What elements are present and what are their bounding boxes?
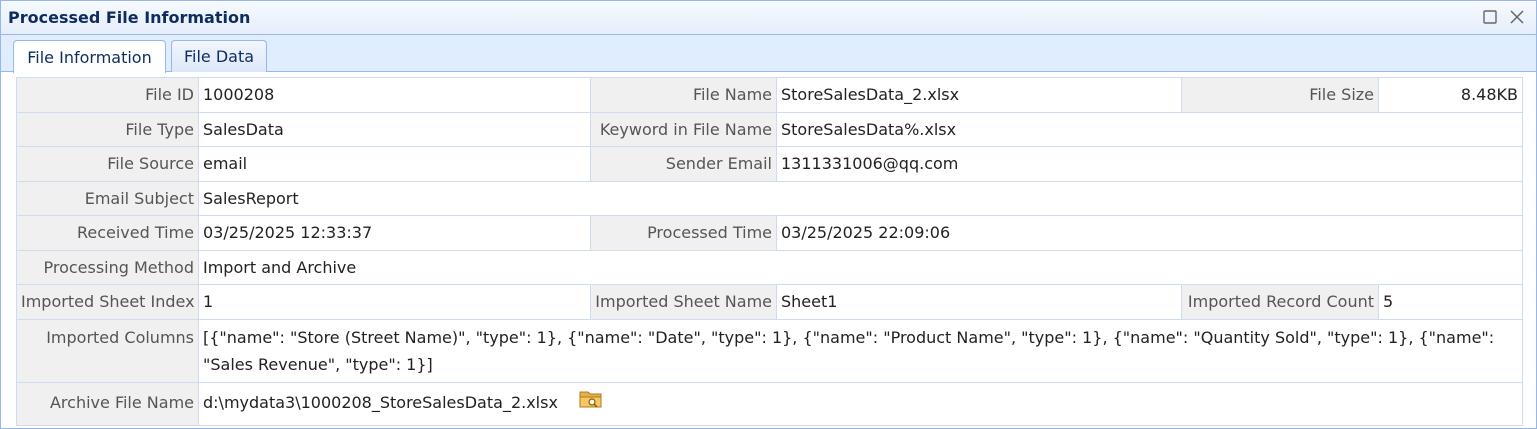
sheet-index-value: 1 — [198, 284, 591, 320]
sender-email-label: Sender Email — [590, 146, 777, 182]
file-name-label: File Name — [590, 77, 777, 113]
file-info-panel: File ID 1000208 File Name StoreSalesData… — [16, 77, 1523, 426]
archive-file-value: d:\mydata3\1000208_StoreSalesData_2.xlsx — [203, 392, 558, 412]
record-count-label: Imported Record Count — [1181, 284, 1379, 320]
file-source-label: File Source — [16, 146, 199, 182]
processed-time-label: Processed Time — [590, 215, 777, 251]
sheet-name-label: Imported Sheet Name — [590, 284, 777, 320]
tab-bar: File Information File Data — [1, 35, 1536, 73]
processed-time-value: 03/25/2025 22:09:06 — [776, 215, 1523, 251]
processed-file-window: Processed File Information File Informat… — [0, 0, 1537, 429]
file-source-value: email — [198, 146, 591, 182]
email-subject-value: SalesReport — [198, 180, 1523, 216]
tab-file-data[interactable]: File Data — [171, 40, 267, 72]
file-id-value: 1000208 — [198, 77, 591, 113]
file-info-table: File ID 1000208 File Name StoreSalesData… — [16, 77, 1523, 426]
sheet-index-label: Imported Sheet Index — [16, 284, 199, 320]
row-imported-columns: Imported Columns [{"name": "Store (Stree… — [16, 318, 1523, 383]
sheet-name-value: Sheet1 — [776, 284, 1182, 320]
file-size-value: 8.48KB — [1378, 77, 1523, 113]
window-title: Processed File Information — [8, 8, 251, 27]
sender-email-value: 1311331006@qq.com — [776, 146, 1523, 182]
row-file-source: File Source email Sender Email 131133100… — [16, 146, 1523, 182]
processing-method-value: Import and Archive — [198, 249, 1523, 285]
close-icon[interactable] — [1509, 9, 1525, 25]
tab-file-information[interactable]: File Information — [13, 40, 166, 73]
email-subject-label: Email Subject — [16, 180, 199, 216]
imported-columns-label: Imported Columns — [16, 318, 199, 383]
window-titlebar: Processed File Information — [1, 1, 1536, 35]
folder-open-icon[interactable] — [579, 389, 603, 417]
file-size-label: File Size — [1181, 77, 1379, 113]
row-sheet: Imported Sheet Index 1 Imported Sheet Na… — [16, 284, 1523, 320]
row-received-time: Received Time 03/25/2025 12:33:37 Proces… — [16, 215, 1523, 251]
maximize-icon[interactable] — [1482, 9, 1498, 25]
file-id-label: File ID — [16, 77, 199, 113]
row-archive-file: Archive File Name d:\mydata3\1000208_Sto… — [16, 381, 1523, 426]
received-time-label: Received Time — [16, 215, 199, 251]
file-type-label: File Type — [16, 111, 199, 147]
row-email-subject: Email Subject SalesReport — [16, 180, 1523, 216]
file-name-value: StoreSalesData_2.xlsx — [776, 77, 1182, 113]
received-time-value: 03/25/2025 12:33:37 — [198, 215, 591, 251]
imported-columns-value: [{"name": "Store (Street Name)", "type":… — [198, 318, 1523, 383]
archive-file-cell: d:\mydata3\1000208_StoreSalesData_2.xlsx — [198, 381, 1523, 426]
row-file-type: File Type SalesData Keyword in File Name… — [16, 111, 1523, 147]
processing-method-label: Processing Method — [16, 249, 199, 285]
file-type-value: SalesData — [198, 111, 591, 147]
archive-file-label: Archive File Name — [16, 381, 199, 426]
record-count-value: 5 — [1378, 284, 1523, 320]
keyword-value: StoreSalesData%.xlsx — [776, 111, 1523, 147]
row-processing-method: Processing Method Import and Archive — [16, 249, 1523, 285]
keyword-label: Keyword in File Name — [590, 111, 777, 147]
row-file-id: File ID 1000208 File Name StoreSalesData… — [16, 77, 1523, 113]
